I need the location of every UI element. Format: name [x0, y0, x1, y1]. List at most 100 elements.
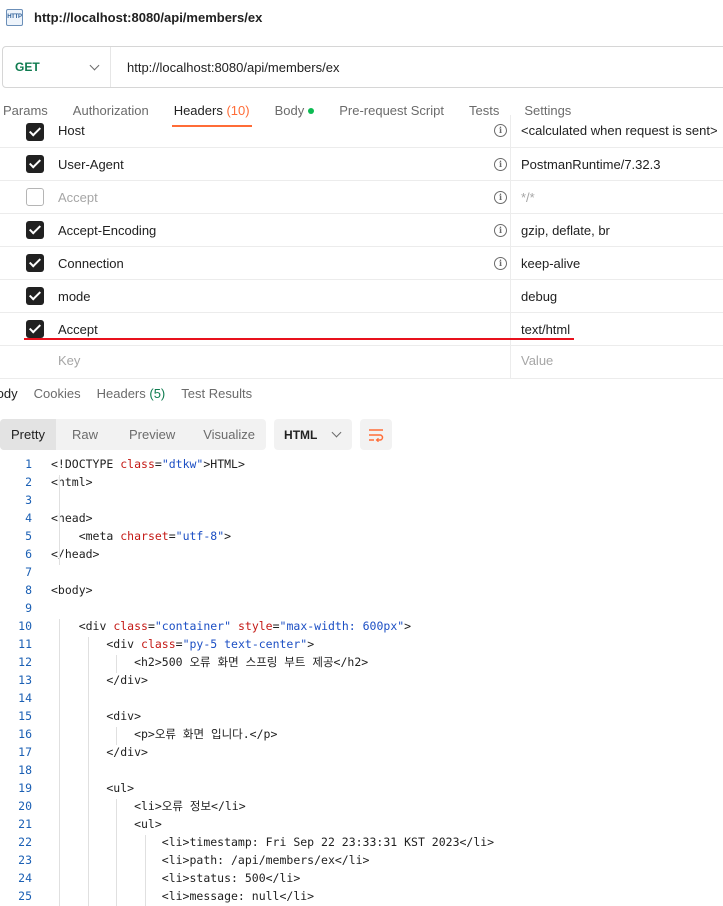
code-text: <meta charset="utf-8">: [51, 529, 232, 543]
url-input[interactable]: [127, 59, 687, 75]
view-preview-button[interactable]: Preview: [109, 419, 195, 450]
code-line: 23 <li>path: /api/members/ex</li>: [0, 851, 723, 869]
wrap-lines-button[interactable]: [360, 419, 393, 450]
view-visualize-button[interactable]: Visualize: [195, 419, 266, 450]
code-text: <ul>: [51, 781, 135, 795]
code-line: 15 <div>: [0, 707, 723, 725]
response-tab-headers[interactable]: Headers (5): [97, 386, 166, 401]
code-text: <li>timestamp: Fri Sep 22 23:33:31 KST 2…: [51, 835, 495, 849]
method-select[interactable]: GET: [3, 47, 111, 87]
header-key[interactable]: User-Agent: [58, 157, 124, 172]
line-number: 15: [18, 709, 32, 723]
info-icon[interactable]: i: [494, 124, 507, 137]
line-number: 12: [18, 655, 32, 669]
new-header-value-input[interactable]: Value: [521, 353, 553, 368]
tab-count: (5): [149, 386, 166, 401]
code-text: </div>: [51, 745, 148, 759]
header-value[interactable]: text/html: [521, 322, 570, 337]
line-number: 23: [18, 853, 32, 867]
format-label: HTML: [284, 427, 318, 442]
code-text: <div class="container" style="max-width:…: [51, 619, 412, 633]
code-line: 3: [0, 491, 723, 509]
code-line: 17 </div>: [0, 743, 723, 761]
line-number: 10: [18, 619, 32, 633]
tab-label: Headers: [96, 386, 146, 401]
response-tab-cookies[interactable]: Cookies: [34, 386, 81, 401]
view-pretty-button[interactable]: Pretty: [0, 419, 56, 450]
header-value[interactable]: gzip, deflate, br: [521, 223, 610, 238]
code-line: 20 <li>오류 정보</li>: [0, 797, 723, 815]
line-number: 1: [25, 457, 32, 471]
tab-label: Test Results: [181, 386, 253, 401]
code-text: <div>: [51, 709, 142, 723]
response-toolbar: Pretty Raw Preview Visualize HTML: [0, 419, 393, 450]
indent-guide: [59, 619, 60, 906]
header-checkbox[interactable]: [26, 123, 44, 141]
url-bar: GET: [2, 46, 723, 88]
header-row: Host i <calculated when request is sent>: [0, 115, 723, 148]
line-number: 7: [25, 565, 32, 579]
header-key[interactable]: Accept: [58, 190, 98, 205]
response-tab-test-results[interactable]: Test Results: [181, 386, 252, 401]
header-key[interactable]: Accept-Encoding: [58, 223, 156, 238]
request-title: http://localhost:8080/api/members/ex: [34, 9, 263, 25]
code-line: 13 </div>: [0, 671, 723, 689]
column-divider: [510, 214, 511, 247]
info-icon[interactable]: i: [494, 158, 507, 171]
header-checkbox[interactable]: [26, 155, 44, 173]
info-icon[interactable]: i: [494, 191, 507, 204]
code-text: <html>: [51, 475, 93, 489]
new-header-row: Key Value: [0, 346, 723, 379]
view-raw-button[interactable]: Raw: [56, 419, 109, 450]
header-key[interactable]: mode: [58, 289, 91, 304]
code-line: 22 <li>timestamp: Fri Sep 22 23:33:31 KS…: [0, 833, 723, 851]
body-indicator-dot: [308, 108, 315, 114]
header-key[interactable]: Connection: [58, 256, 124, 271]
header-row: Accept text/html: [0, 313, 723, 346]
header-checkbox[interactable]: [26, 287, 44, 305]
http-request-icon: HTTP: [6, 8, 23, 26]
column-divider: [510, 148, 511, 181]
header-value[interactable]: */*: [521, 190, 535, 205]
line-number: 3: [25, 493, 32, 507]
line-number: 16: [18, 727, 32, 741]
header-key[interactable]: Host: [58, 123, 85, 138]
code-line: 2 <html>: [0, 473, 723, 491]
code-line: 12 <h2>500 오류 화면 스프링 부트 제공</h2>: [0, 653, 723, 671]
header-value[interactable]: PostmanRuntime/7.32.3: [521, 157, 660, 172]
column-divider: [510, 346, 511, 379]
header-row: Accept-Encoding i gzip, deflate, br: [0, 214, 723, 247]
code-text: <h2>500 오류 화면 스프링 부트 제공</h2>: [51, 655, 369, 669]
tab-label: Cookies: [33, 386, 81, 401]
code-line: 9: [0, 599, 723, 617]
line-number: 19: [18, 781, 32, 795]
indent-guide: [88, 637, 89, 906]
line-number: 4: [25, 511, 32, 525]
header-value[interactable]: debug: [521, 289, 557, 304]
header-checkbox[interactable]: [26, 188, 44, 206]
new-header-key-input[interactable]: Key: [58, 353, 80, 368]
line-number: 24: [18, 871, 32, 885]
header-checkbox[interactable]: [26, 254, 44, 272]
info-icon[interactable]: i: [494, 224, 507, 237]
line-number: 17: [18, 745, 32, 759]
format-select[interactable]: HTML: [274, 419, 353, 450]
code-line: 24 <li>status: 500</li>: [0, 869, 723, 887]
view-mode-segment: Pretty Raw Preview Visualize: [0, 419, 267, 450]
header-value[interactable]: <calculated when request is sent>: [521, 123, 718, 138]
header-value[interactable]: keep-alive: [521, 256, 580, 271]
header-checkbox[interactable]: [26, 221, 44, 239]
info-icon[interactable]: i: [494, 257, 507, 270]
line-number: 2: [25, 475, 32, 489]
header-key[interactable]: Accept: [58, 322, 98, 337]
code-line: 25 <li>message: null</li>: [0, 887, 723, 905]
response-tab-body[interactable]: Body: [0, 386, 18, 401]
code-line: 5 <meta charset="utf-8">: [0, 527, 723, 545]
code-line: 19 <ul>: [0, 779, 723, 797]
code-line: 7: [0, 563, 723, 581]
header-checkbox[interactable]: [26, 320, 44, 338]
indent-guide: [145, 835, 146, 906]
wrap-lines-icon: [369, 428, 384, 442]
code-line: 6 </head>: [0, 545, 723, 563]
line-number: 22: [18, 835, 32, 849]
